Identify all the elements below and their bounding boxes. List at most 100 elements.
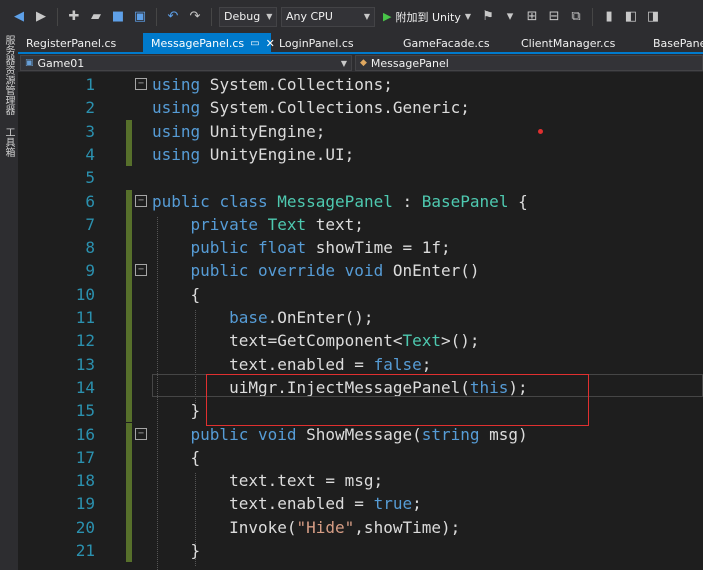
open-folder-icon[interactable]: ▰ xyxy=(87,8,105,26)
line-number: 14 xyxy=(75,377,95,397)
code-line: 11 base.OnEnter(); xyxy=(18,306,703,330)
code-line: 18 text.text = msg; xyxy=(18,469,703,493)
code-line: 7 private Text text; xyxy=(18,212,703,237)
platform-value: Any CPU xyxy=(286,10,333,23)
stack-icon[interactable]: ⧉ xyxy=(567,8,585,26)
code-line: 3 using UnityEngine; xyxy=(18,119,703,143)
code-text: using System.Collections; xyxy=(152,75,393,94)
code-text: Invoke("Hide",showTime); xyxy=(152,517,461,537)
code-line: 2 using System.Collections.Generic; xyxy=(18,96,703,119)
tab-gamefacade[interactable]: GameFacade.cs xyxy=(383,33,503,53)
server-explorer-tab[interactable]: 服务器资源管理器 xyxy=(2,35,16,115)
chevron-down-icon: ▼ xyxy=(464,12,472,21)
class-icon: ◆ xyxy=(360,58,367,68)
step-icon[interactable]: ⊞ xyxy=(523,8,541,26)
toolbar-separator xyxy=(592,7,594,26)
play-icon: ▶ xyxy=(383,10,392,23)
chevron-down-icon: ▼ xyxy=(266,12,273,21)
code-line: 8 public float showTime = 1f; xyxy=(18,236,703,260)
line-number: 19 xyxy=(75,494,95,514)
code-text: } xyxy=(152,541,201,560)
tab-basepanel[interactable]: BasePanel.cs xyxy=(643,33,703,53)
change-marker xyxy=(126,259,132,283)
csharp-project-icon: ▣ xyxy=(25,58,34,68)
back-icon[interactable]: ◀ xyxy=(10,8,28,26)
collapse-icon[interactable]: − xyxy=(135,194,147,207)
save-all-icon[interactable]: ▣ xyxy=(131,8,149,26)
tab-clientmanager[interactable]: ClientManager.cs xyxy=(503,33,643,53)
code-text: } xyxy=(152,401,201,421)
code-line: 21 } xyxy=(18,539,703,563)
configuration-dropdown[interactable]: Debug ▼ xyxy=(219,6,277,27)
toolbox-tab[interactable]: 工具箱 xyxy=(2,127,16,157)
change-marker xyxy=(126,142,132,167)
change-marker xyxy=(126,282,132,306)
line-number: 15 xyxy=(75,401,95,421)
forward-icon[interactable]: ▶ xyxy=(32,8,50,26)
line-number: 11 xyxy=(75,308,95,327)
line-number: 7 xyxy=(85,214,95,234)
toolbar: ◀ ▶ ✚ ▰ ■ ▣ ↶ ↷ Debug ▼ Any CPU ▼ ▶ 附加到 … xyxy=(0,0,703,33)
mouse-cursor-icon xyxy=(538,129,543,134)
project-value: Game01 xyxy=(37,56,85,70)
collapse-icon[interactable]: − xyxy=(135,78,147,90)
project-dropdown[interactable]: ▣ Game01 ▼ xyxy=(20,55,352,71)
change-marker xyxy=(126,189,132,213)
tab-messagepanel[interactable]: MessagePanel.cs ▭ ✕ xyxy=(143,33,275,53)
change-marker xyxy=(126,212,132,237)
code-line: 17 { xyxy=(18,445,703,470)
tab-loginpanel[interactable]: LoginPanel.cs xyxy=(271,33,383,53)
hierarchy-icon[interactable]: ⊟ xyxy=(545,8,563,26)
undo-icon[interactable]: ↶ xyxy=(164,8,182,26)
change-marker xyxy=(126,352,132,376)
toolbar-separator xyxy=(156,7,157,26)
bookmark-next-icon[interactable]: ◨ xyxy=(644,8,662,26)
line-number: 1 xyxy=(85,75,95,94)
change-marker xyxy=(126,539,132,563)
tab-registerpanel[interactable]: RegisterPanel.cs xyxy=(18,33,143,53)
line-number: 21 xyxy=(75,541,95,560)
line-number: 9 xyxy=(85,261,95,281)
change-marker xyxy=(126,236,132,260)
redo-icon[interactable]: ↷ xyxy=(186,8,204,26)
code-text: public override void OnEnter() xyxy=(190,261,480,281)
code-editor[interactable]: 1 − using System.Collections; 2 using Sy… xyxy=(18,72,703,570)
line-number: 5 xyxy=(85,168,95,188)
attach-unity-label: 附加到 Unity xyxy=(395,10,461,24)
line-number: 16 xyxy=(75,424,95,444)
code-line: 13 text.enabled = false; xyxy=(18,352,703,376)
change-marker xyxy=(126,399,132,423)
highlight-box xyxy=(206,374,589,426)
code-line: 10 { xyxy=(18,282,703,306)
pin-icon[interactable]: ▭ xyxy=(250,38,259,49)
save-icon[interactable]: ■ xyxy=(109,8,127,26)
code-text: text.enabled = false; xyxy=(152,354,432,374)
tab-label: LoginPanel.cs xyxy=(279,36,354,50)
platform-dropdown[interactable]: Any CPU ▼ xyxy=(281,6,375,27)
tab-label: MessagePanel.cs xyxy=(151,36,245,50)
line-number: 3 xyxy=(85,121,95,141)
bookmark-prev-icon[interactable]: ◧ xyxy=(622,8,640,26)
collapse-icon[interactable]: − xyxy=(135,264,147,277)
change-marker xyxy=(126,515,132,539)
line-number: 2 xyxy=(85,98,95,118)
code-text: using UnityEngine; xyxy=(152,121,326,141)
toolbar-separator xyxy=(211,7,212,26)
attach-process-icon[interactable]: ⚑ xyxy=(479,8,497,26)
collapse-icon[interactable]: − xyxy=(135,427,147,440)
type-dropdown[interactable]: ◆ MessagePanel xyxy=(355,55,703,71)
line-number: 20 xyxy=(75,517,95,537)
document-tabs: RegisterPanel.cs MessagePanel.cs ▭ ✕ Log… xyxy=(18,33,703,53)
new-project-icon[interactable]: ✚ xyxy=(65,8,83,26)
code-line: 5 xyxy=(18,166,703,189)
bookmark-icon[interactable]: ▮ xyxy=(600,8,618,26)
code-text: { xyxy=(152,447,201,467)
code-line: 6 − public class MessagePanel : BasePane… xyxy=(18,189,703,213)
code-line: 4 using UnityEngine.UI; xyxy=(18,142,703,167)
change-marker xyxy=(126,422,132,446)
toolbar-separator xyxy=(57,7,58,26)
type-value: MessagePanel xyxy=(370,56,449,70)
toolbar-options-icon[interactable]: ▾ xyxy=(501,8,519,26)
change-marker xyxy=(126,119,132,143)
attach-unity-button[interactable]: ▶ 附加到 Unity ▼ xyxy=(379,9,475,25)
